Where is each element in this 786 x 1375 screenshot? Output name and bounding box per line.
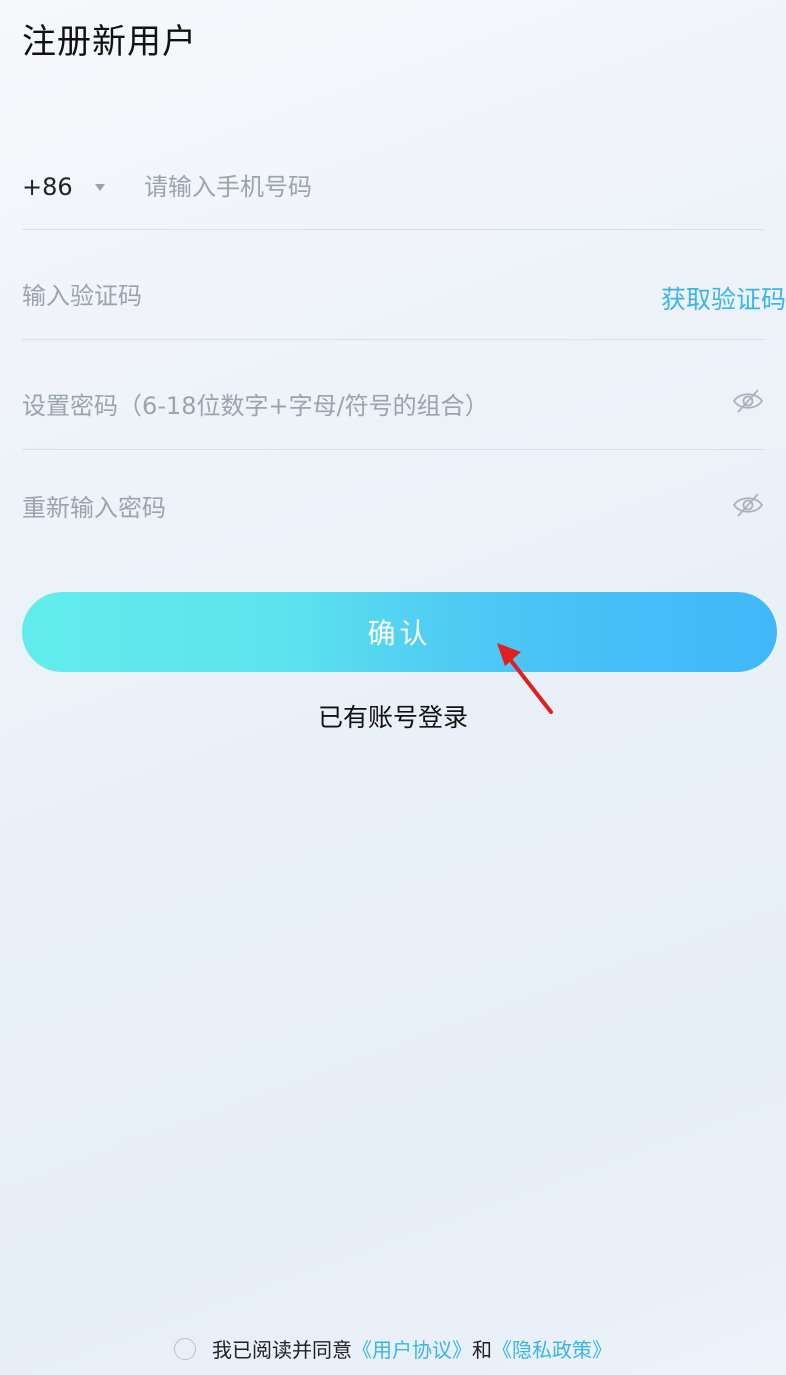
- agreement-and: 和: [472, 1338, 492, 1362]
- caret-down-icon: [94, 183, 105, 191]
- password-input[interactable]: [22, 388, 622, 424]
- password-row: [22, 340, 764, 450]
- user-agreement-link[interactable]: 《用户协议》: [352, 1334, 472, 1363]
- verification-code-input[interactable]: [22, 278, 622, 314]
- confirm-button[interactable]: 确认: [22, 592, 777, 672]
- agreement: 我已阅读并同意 《用户协议》 和 《隐私政策》: [0, 1334, 786, 1363]
- page-title: 注册新用户: [22, 22, 197, 62]
- eye-off-icon[interactable]: [732, 490, 764, 520]
- country-code-label: +86: [22, 173, 73, 201]
- password-confirm-row: [22, 450, 764, 560]
- code-row: 获取验证码: [22, 230, 786, 340]
- get-code-button[interactable]: 获取验证码: [661, 280, 786, 316]
- country-code-selector[interactable]: +86: [22, 173, 105, 201]
- password-confirm-input[interactable]: [22, 490, 622, 526]
- phone-input[interactable]: [144, 169, 664, 205]
- red-arrow-annotation: [497, 643, 553, 714]
- privacy-policy-link[interactable]: 《隐私政策》: [492, 1334, 612, 1363]
- agree-radio[interactable]: [174, 1337, 196, 1360]
- eye-off-icon[interactable]: [732, 386, 764, 416]
- agreement-prefix: 我已阅读并同意: [212, 1338, 352, 1362]
- phone-row: +86: [22, 135, 764, 230]
- login-link[interactable]: 已有账号登录: [0, 698, 786, 734]
